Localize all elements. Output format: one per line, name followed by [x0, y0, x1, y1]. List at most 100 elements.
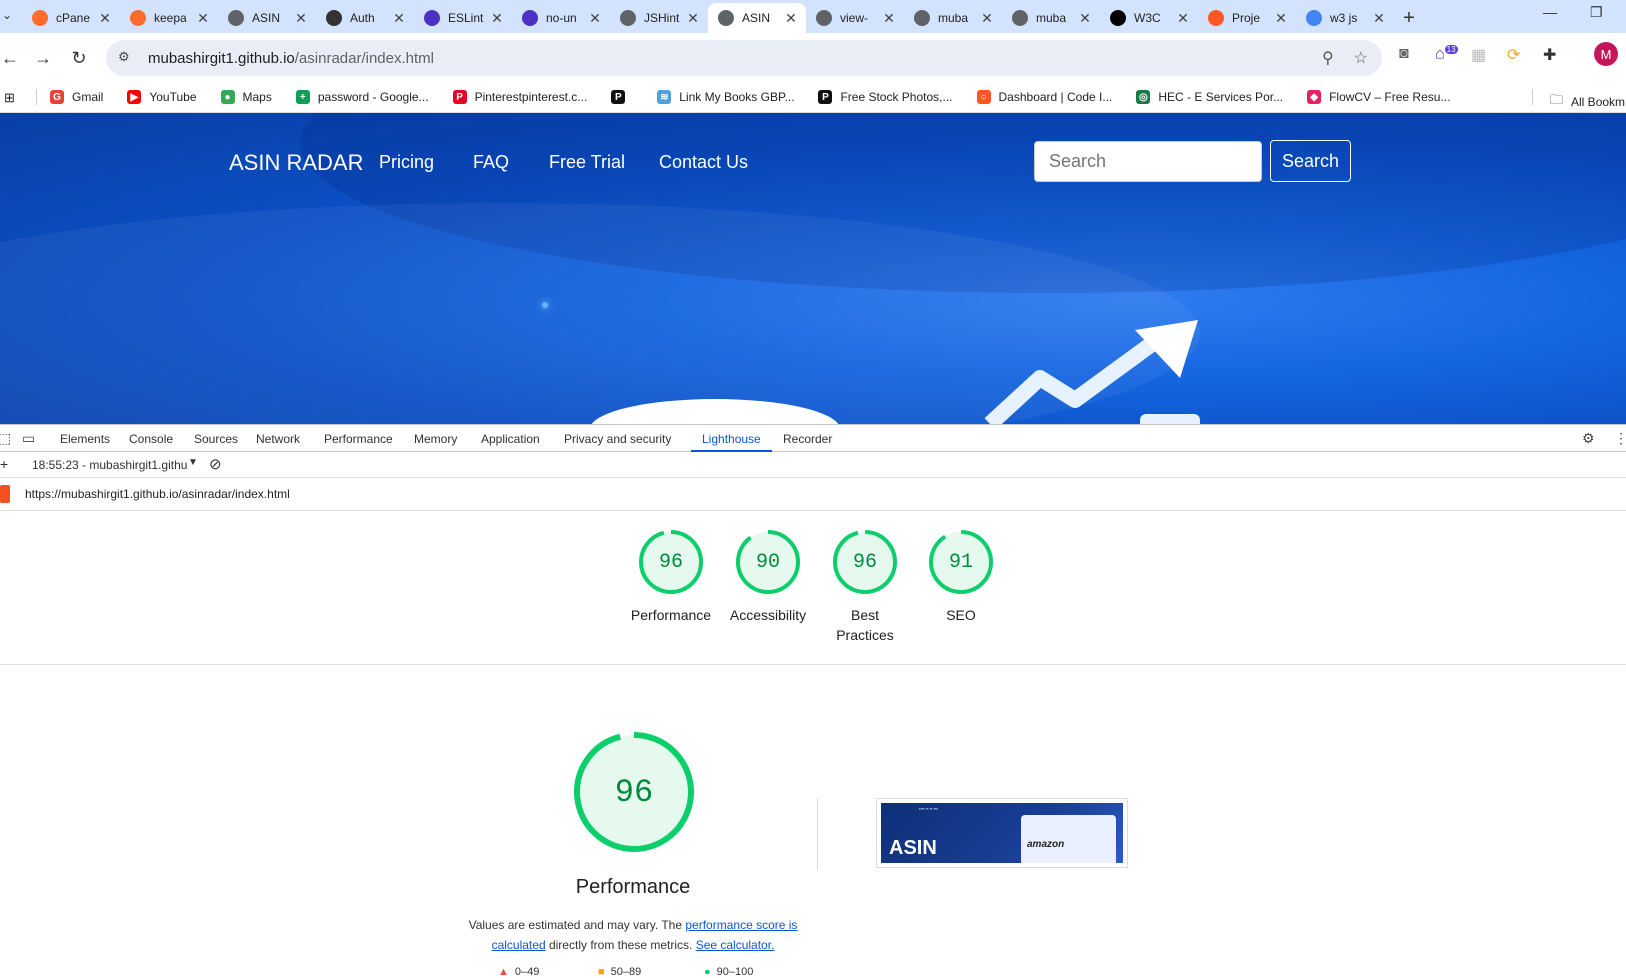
- globe-favicon-icon: [718, 10, 734, 26]
- devtools-tab-application[interactable]: Application: [481, 432, 540, 446]
- devtools-tab-recorder[interactable]: Recorder: [783, 432, 832, 446]
- bookmark-favicon-icon: ◆: [1307, 90, 1322, 104]
- bookmark-item[interactable]: P Free Stock Photos,...: [818, 90, 953, 104]
- close-tab-icon[interactable]: ✕: [98, 10, 112, 27]
- page-screenshot-thumbnail[interactable]: ▪▪▪▪ ▪▪ ▪▪ ▪▪▪ ASIN amazon: [876, 798, 1128, 868]
- close-tab-icon[interactable]: ✕: [294, 10, 308, 27]
- extension-icon[interactable]: ⌂ 13: [1435, 45, 1458, 63]
- browser-tab[interactable]: muba ✕: [1002, 3, 1100, 33]
- devtools-tab-lighthouse[interactable]: Lighthouse: [702, 432, 761, 446]
- profile-avatar[interactable]: M: [1594, 42, 1618, 66]
- new-tab-button[interactable]: +: [1394, 3, 1424, 33]
- report-select[interactable]: 18:55:23 - mubashirgit1.githu: [32, 458, 187, 472]
- browser-tab[interactable]: no-un ✕: [512, 3, 610, 33]
- nav-contact-us[interactable]: Contact Us: [659, 152, 748, 173]
- devtools-tab-performance[interactable]: Performance: [324, 432, 393, 446]
- forward-icon[interactable]: →: [25, 40, 61, 76]
- bookmark-star-icon[interactable]: ☆: [1354, 48, 1368, 68]
- clear-reports-icon[interactable]: ⊘: [209, 455, 222, 473]
- minimize-icon[interactable]: —: [1543, 4, 1557, 20]
- see-calculator-link[interactable]: See calculator.: [696, 938, 775, 952]
- screenshot-icon[interactable]: ◙: [1399, 45, 1409, 63]
- close-tab-icon[interactable]: ✕: [882, 10, 896, 27]
- nav-pricing[interactable]: Pricing: [379, 152, 434, 173]
- devtools-tab-privacy[interactable]: Privacy and security: [564, 432, 671, 446]
- browser-tab[interactable]: ASIN ✕: [218, 3, 316, 33]
- close-tab-icon[interactable]: ✕: [196, 10, 210, 27]
- bookmark-item[interactable]: ▶ YouTube: [127, 90, 197, 104]
- browser-tab[interactable]: JSHint ✕: [610, 3, 708, 33]
- browser-tab[interactable]: ASIN ✕: [708, 3, 806, 33]
- reload-icon[interactable]: ↻: [61, 40, 97, 76]
- browser-tab[interactable]: Auth ✕: [316, 3, 414, 33]
- score-gauge[interactable]: 96: [638, 529, 704, 595]
- report-url[interactable]: https://mubashirgit1.github.io/asinradar…: [25, 487, 290, 501]
- score-value: 90: [755, 550, 780, 574]
- inspect-element-icon[interactable]: ⬚: [0, 430, 11, 447]
- score-gauge[interactable]: 90: [735, 529, 801, 595]
- bookmark-label: Link My Books GBP...: [679, 90, 795, 104]
- bookmark-item[interactable]: P Pinterestpinterest.c...: [452, 90, 587, 104]
- browser-tab[interactable]: Proje ✕: [1198, 3, 1296, 33]
- site-info-icon[interactable]: ⚙: [118, 49, 136, 67]
- bookmark-item[interactable]: ○ Dashboard | Code I...: [976, 90, 1112, 104]
- devtools-tab-elements[interactable]: Elements: [60, 432, 110, 446]
- site-search-button[interactable]: Search: [1270, 140, 1351, 182]
- bookmark-item[interactable]: + password - Google...: [295, 90, 429, 104]
- close-tab-icon[interactable]: ✕: [1176, 10, 1190, 27]
- close-tab-icon[interactable]: ✕: [1078, 10, 1092, 27]
- bookmark-item[interactable]: G Gmail: [50, 90, 103, 104]
- report-dropdown-icon[interactable]: ▼: [188, 457, 198, 468]
- devtools-more-icon[interactable]: ⋮: [1614, 430, 1626, 447]
- bookmarks-divider-right: [1532, 89, 1533, 105]
- devtools-tab-console[interactable]: Console: [129, 432, 173, 446]
- new-report-icon[interactable]: +: [0, 456, 8, 472]
- back-icon[interactable]: ←: [0, 40, 28, 76]
- apps-grid-icon[interactable]: ⊞: [4, 90, 15, 106]
- bookmarks-bar: ⊞ G Gmail ▶ YouTube ● Maps + password - Google.…: [0, 83, 1626, 113]
- extension-grid-icon[interactable]: ▦: [1471, 45, 1486, 65]
- bookmark-item[interactable]: ◆ FlowCV – Free Resu...: [1307, 90, 1450, 104]
- close-tab-icon[interactable]: ✕: [1372, 10, 1386, 27]
- bookmark-item[interactable]: ● Maps: [220, 90, 272, 104]
- site-brand[interactable]: ASIN RADAR: [229, 150, 363, 176]
- bookmark-item[interactable]: P: [611, 90, 633, 104]
- bookmark-item[interactable]: ◎ HEC - E Services Por...: [1136, 90, 1283, 104]
- devtools-tab-network[interactable]: Network: [256, 432, 300, 446]
- close-tab-icon[interactable]: ✕: [588, 10, 602, 27]
- browser-tab[interactable]: keepa ✕: [120, 3, 218, 33]
- browser-tab[interactable]: w3 js ✕: [1296, 3, 1394, 33]
- device-toolbar-icon[interactable]: ▭: [22, 430, 35, 447]
- zoom-icon[interactable]: ⚲: [1322, 48, 1334, 68]
- performance-gauge[interactable]: 96: [572, 730, 696, 854]
- grammarly-icon[interactable]: ⟳: [1507, 45, 1520, 65]
- vertical-separator: [817, 798, 818, 870]
- all-bookmarks[interactable]: 🗀 All Bookm: [1550, 91, 1625, 113]
- nav-free-trial[interactable]: Free Trial: [549, 152, 625, 173]
- close-tab-icon[interactable]: ✕: [392, 10, 406, 27]
- browser-tab[interactable]: view- ✕: [806, 3, 904, 33]
- close-tab-icon[interactable]: ✕: [784, 10, 798, 27]
- devtools-tab-sources[interactable]: Sources: [194, 432, 238, 446]
- close-tab-icon[interactable]: ✕: [490, 10, 504, 27]
- bookmark-item[interactable]: ≋ Link My Books GBP...: [657, 90, 794, 104]
- nav-faq[interactable]: FAQ: [473, 152, 509, 173]
- score-gauge[interactable]: 96: [832, 529, 898, 595]
- browser-tab[interactable]: ESLint ✕: [414, 3, 512, 33]
- extensions-puzzle-icon[interactable]: ✚: [1543, 45, 1556, 65]
- legend-pass: ● 90–100: [704, 966, 753, 978]
- restore-icon[interactable]: ❐: [1590, 4, 1603, 21]
- score-value: 96: [852, 550, 877, 574]
- close-tab-icon[interactable]: ✕: [686, 10, 700, 27]
- address-bar[interactable]: ⚙ mubashirgit1.github.io/asinradar/index…: [106, 40, 1382, 76]
- site-search-input[interactable]: [1034, 141, 1262, 182]
- browser-tab[interactable]: cPane ✕: [22, 3, 120, 33]
- score-gauge[interactable]: 91: [928, 529, 994, 595]
- close-tab-icon[interactable]: ✕: [1274, 10, 1288, 27]
- close-tab-icon[interactable]: ✕: [980, 10, 994, 27]
- browser-tab[interactable]: muba ✕: [904, 3, 1002, 33]
- tab-search-chevron-icon[interactable]: ⌄: [2, 8, 12, 22]
- devtools-settings-icon[interactable]: ⚙: [1582, 430, 1595, 447]
- devtools-tab-memory[interactable]: Memory: [414, 432, 457, 446]
- browser-tab[interactable]: W3C ✕: [1100, 3, 1198, 33]
